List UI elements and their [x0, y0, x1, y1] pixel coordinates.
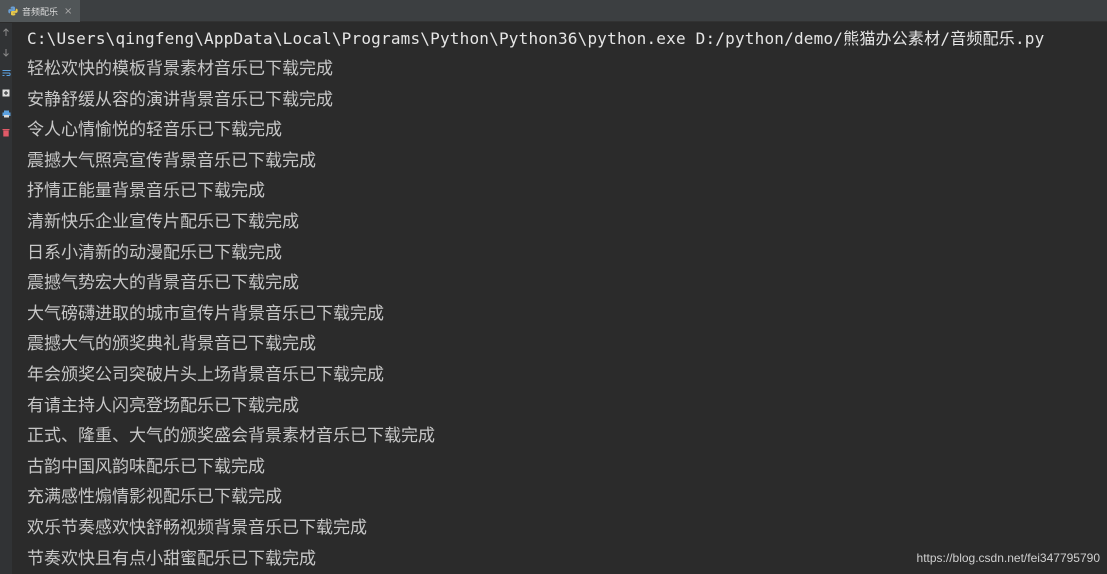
run-console-output[interactable]: C:\Users\qingfeng\AppData\Local\Programs… — [27, 28, 1107, 569]
tab-run-config[interactable]: 音频配乐 × — [0, 0, 80, 22]
console-output-line: 大气磅礴进取的城市宣传片背景音乐已下载完成 — [27, 303, 384, 324]
console-output-line: 清新快乐企业宣传片配乐已下载完成 — [27, 211, 299, 232]
console-output-line: 安静舒缓从容的演讲背景音乐已下载完成 — [27, 89, 333, 110]
tab-title: 音频配乐 — [22, 7, 59, 18]
print-icon[interactable] — [0, 109, 12, 118]
console-output-line: 抒情正能量背景音乐已下载完成 — [27, 181, 265, 202]
pin-tab-icon[interactable] — [0, 88, 12, 97]
console-output-line: 充满感性煽情影视配乐已下载完成 — [27, 487, 282, 508]
console-output-line: 令人心情愉悦的轻音乐已下载完成 — [27, 120, 282, 141]
console-output-line: 有请主持人闪亮登场配乐已下载完成 — [27, 395, 299, 416]
console-output-line: 轻松欢快的模板背景素材音乐已下载完成 — [27, 59, 333, 79]
run-toolbar — [0, 23, 12, 574]
watermark-text: https://blog.csdn.net/fei347795790 — [916, 551, 1100, 565]
console-output-line: 正式、隆重、大气的颁奖盛会背景素材音乐已下载完成 — [27, 426, 435, 447]
editor-tab-bar: 音频配乐 × — [0, 0, 1107, 22]
console-output-line: 年会颁奖公司突破片头上场背景音乐已下载完成 — [27, 364, 384, 385]
console-output-lines: 轻松欢快的模板背景素材音乐已下载完成 安静舒缓从容的演讲背景音乐已下载完成 令人心情… — [27, 54, 435, 574]
console-output-line: 日系小清新的动漫配乐已下载完成 — [27, 242, 282, 263]
console-output-line: 震撼大气的颁奖典礼背景音已下载完成 — [27, 334, 316, 355]
trash-icon[interactable] — [0, 128, 12, 137]
arrow-up-icon[interactable] — [0, 28, 12, 37]
soft-wrap-icon[interactable] — [0, 68, 12, 77]
python-file-icon — [8, 6, 18, 16]
arrow-down-icon[interactable] — [0, 48, 12, 57]
console-output-line: 震撼气势宏大的背景音乐已下载完成 — [27, 273, 299, 294]
console-output-line: 震撼大气照亮宣传背景音乐已下载完成 — [27, 150, 316, 171]
console-output-line: 节奏欢快且有点小甜蜜配乐已下载完成 — [27, 548, 316, 569]
console-command-line: C:\Users\qingfeng\AppData\Local\Programs… — [27, 29, 1045, 48]
console-output-line: 古韵中国风韵味配乐已下载完成 — [27, 456, 265, 477]
close-icon[interactable]: × — [64, 6, 72, 17]
console-output-line: 欢乐节奏感欢快舒畅视频背景音乐已下载完成 — [27, 517, 367, 538]
